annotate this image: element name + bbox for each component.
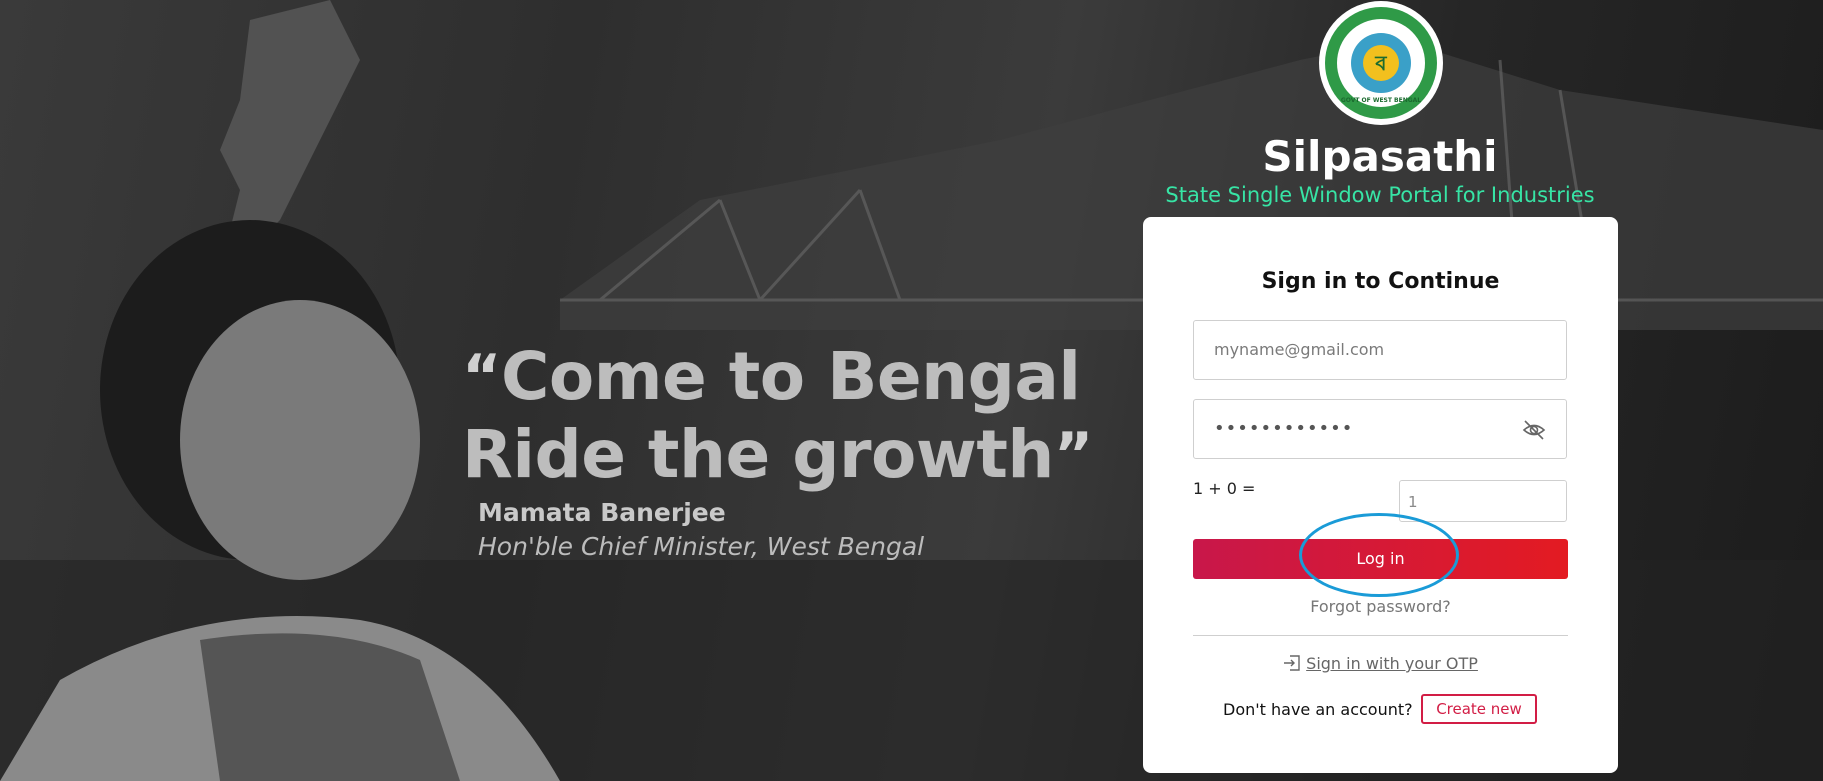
captcha-question: 1 + 0 = (1193, 479, 1256, 498)
create-account-button[interactable]: Create new (1421, 694, 1537, 724)
otp-signin-link[interactable]: Sign in with your OTP (1143, 654, 1618, 673)
email-placeholder: myname@gmail.com (1214, 340, 1385, 359)
login-card: Sign in to Continue myname@gmail.com •••… (1143, 217, 1618, 773)
captcha-answer-input[interactable]: 1 (1399, 480, 1567, 522)
login-button[interactable]: Log in (1193, 539, 1568, 579)
forgot-password-link[interactable]: Forgot password? (1143, 597, 1618, 616)
otp-signin-label: Sign in with your OTP (1306, 654, 1478, 673)
divider (1193, 635, 1568, 636)
no-account-text: Don't have an account? (1223, 700, 1413, 719)
email-input[interactable]: myname@gmail.com (1193, 320, 1567, 380)
brand-title: Silpasathi (1262, 132, 1498, 181)
quote-author-role: Hon'ble Chief Minister, West Bengal (478, 532, 925, 561)
quote-line-1: Come to Bengal (500, 338, 1081, 415)
svg-text:ব: ব (1374, 51, 1387, 75)
campaign-quote: “Come to Bengal Ride the growth” (462, 338, 1093, 494)
svg-text:GOVT OF WEST BENGAL: GOVT OF WEST BENGAL (1341, 97, 1421, 104)
quote-author: Mamata Banerjee (478, 498, 726, 527)
close-quote-mark: ” (1053, 420, 1093, 490)
password-input[interactable]: •••••••••••• (1193, 399, 1567, 459)
hide-password-icon[interactable] (1522, 419, 1546, 441)
password-masked-value: •••••••••••• (1214, 418, 1354, 439)
brand-subtitle: State Single Window Portal for Industrie… (1165, 183, 1595, 207)
captcha-answer-value: 1 (1408, 493, 1418, 511)
govt-emblem-logo: ব GOVT OF WEST BENGAL (1319, 1, 1443, 125)
sign-in-icon (1284, 655, 1300, 671)
login-heading: Sign in to Continue (1261, 269, 1500, 294)
open-quote-mark: “ (462, 342, 501, 412)
quote-line-2: Ride the growth (462, 416, 1054, 493)
